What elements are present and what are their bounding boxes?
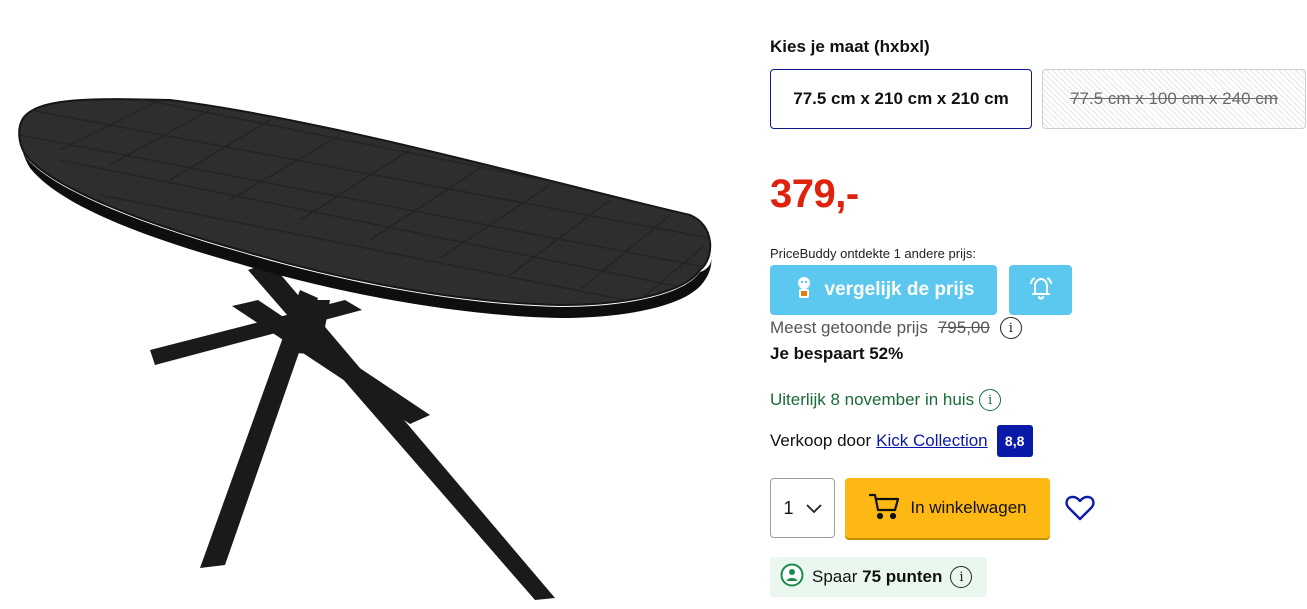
add-to-cart-label: In winkelwagen: [910, 498, 1027, 517]
points-amount: 75 punten: [862, 567, 943, 586]
cart-icon: [868, 492, 900, 525]
buy-panel: Kies je maat (hxbxl) 77.5 cm x 210 cm x …: [770, 0, 1307, 609]
compare-price-label: vergelijk de prijs: [824, 279, 975, 300]
compare-price-button[interactable]: vergelijk de prijs: [770, 265, 997, 315]
quantity-select[interactable]: 1: [770, 478, 835, 538]
add-to-cart-button[interactable]: In winkelwagen: [845, 478, 1050, 538]
delivery-text: Uiterlijk 8 november in huis: [770, 390, 975, 409]
size-option-210x210[interactable]: 77.5 cm x 210 cm x 210 cm: [770, 69, 1032, 129]
seller-link[interactable]: Kick Collection: [876, 431, 988, 451]
chevron-down-icon: [805, 498, 822, 519]
pricebuddy-intro: PriceBuddy ontdekte 1 andere prijs:: [770, 246, 976, 261]
product-image[interactable]: [0, 0, 760, 609]
size-option-100x240[interactable]: 77.5 cm x 100 cm x 240 cm: [1042, 69, 1306, 129]
pricebuddy-mascot-icon: [793, 274, 815, 306]
bell-icon: [1026, 274, 1056, 307]
table-illustration: [18, 98, 712, 600]
wishlist-button[interactable]: [1064, 492, 1096, 524]
loyalty-points: Spaar 75 punten i: [770, 557, 987, 597]
reference-price-label: Meest getoonde prijs: [770, 318, 928, 337]
points-prefix: Spaar: [812, 567, 858, 586]
product-price: 379,-: [770, 172, 859, 216]
quantity-value: 1: [783, 497, 794, 518]
heart-icon: [1064, 495, 1096, 528]
reference-price-row: Meest getoonde prijs 795,00 i: [770, 317, 1022, 339]
size-option-label: 77.5 cm x 210 cm x 210 cm: [793, 89, 1009, 108]
saving-text: Je bespaart 52%: [770, 344, 904, 363]
info-icon[interactable]: i: [999, 317, 1022, 339]
seller-score-badge: 8,8: [996, 425, 1033, 457]
reference-price-old: 795,00: [937, 318, 990, 337]
delivery-promise: Uiterlijk 8 november in huis i: [770, 389, 1002, 411]
info-icon[interactable]: i: [979, 389, 1002, 411]
points-icon: [780, 563, 804, 592]
seller-row: Verkoop door Kick Collection 8,8: [770, 425, 1033, 457]
info-icon[interactable]: i: [950, 566, 973, 588]
price-alert-button[interactable]: [1009, 265, 1072, 315]
size-option-label: 77.5 cm x 100 cm x 240 cm: [1070, 89, 1278, 108]
size-selector-title: Kies je maat (hxbxl): [770, 37, 930, 56]
seller-prefix: Verkoop door: [770, 431, 872, 450]
